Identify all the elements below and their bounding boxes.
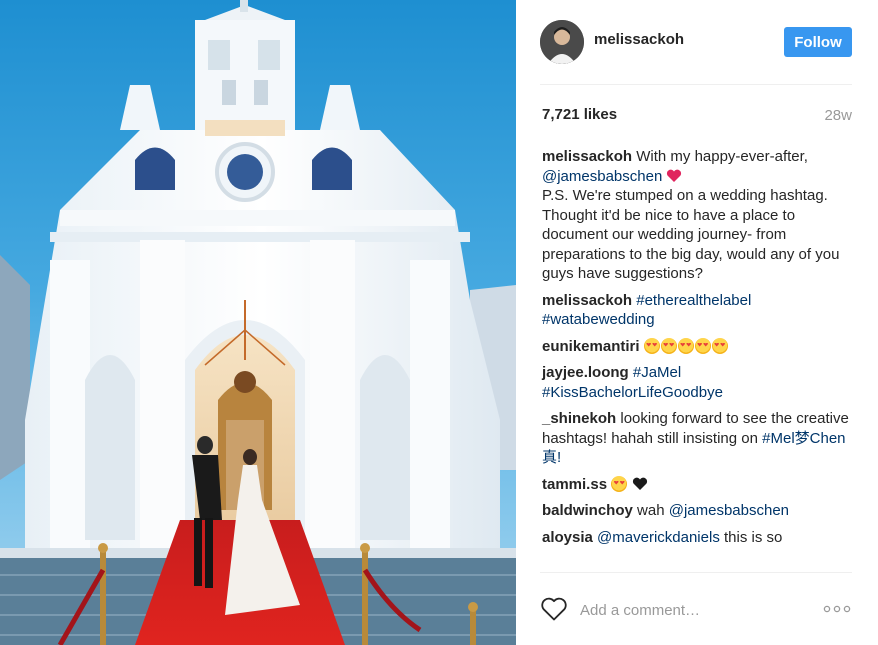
comment-mention[interactable]: @jamesbabschen <box>669 502 789 519</box>
comment-item: aloysia @maverickdaniels this is so <box>542 528 852 548</box>
black-heart-icon <box>633 477 648 490</box>
heart-eyes-emoji-icon <box>711 337 728 354</box>
comment-text: wah <box>637 502 665 519</box>
church-wedding-illustration <box>0 0 516 645</box>
comment-username[interactable]: _shinekoh <box>542 410 616 427</box>
heart-eyes-emoji-row <box>643 337 729 355</box>
comment-mention[interactable]: @maverickdaniels <box>597 529 720 546</box>
comments-list: melissackoh With my happy-ever-after, @j… <box>542 147 852 554</box>
avatar[interactable] <box>540 20 584 64</box>
comment-item: eunikemantiri <box>542 337 852 357</box>
post-age[interactable]: 28w <box>824 107 852 124</box>
comment-text: this is so <box>724 528 783 546</box>
comment-username[interactable]: melissackoh <box>542 292 632 309</box>
comment-username[interactable]: tammi.ss <box>542 476 607 493</box>
heart-eyes-emoji-icon <box>677 337 694 354</box>
comment-item: melissackoh #etherealthelabel #watabewed… <box>542 291 852 330</box>
post-detail-panel: melissackoh Follow 7,721 likes 28w melis… <box>516 0 878 645</box>
heart-eyes-emoji-icon <box>611 475 628 492</box>
caption-body: P.S. We're stumped on a wedding hashtag.… <box>542 187 844 282</box>
caption-username[interactable]: melissackoh <box>542 148 632 165</box>
post-author-username[interactable]: melissackoh <box>594 31 684 48</box>
follow-button[interactable]: Follow <box>784 27 852 57</box>
comment-username[interactable]: baldwinchoy <box>542 502 633 519</box>
red-heart-icon <box>667 169 682 182</box>
caption-text: With my happy-ever-after, <box>636 148 808 165</box>
likes-row: 7,721 likes 28w <box>542 106 852 126</box>
comment-item: jayjee.loong #JaMel #KissBachelorLifeGoo… <box>542 363 852 402</box>
footer-divider <box>540 572 852 573</box>
comment-username[interactable]: jayjee.loong <box>542 364 629 381</box>
heart-eyes-emoji-icon <box>643 337 660 354</box>
comment-username[interactable]: eunikemantiri <box>542 338 640 355</box>
comment-item: tammi.ss <box>542 475 852 495</box>
post-header: melissackoh Follow <box>516 0 878 84</box>
comment-username[interactable]: aloysia <box>542 529 593 546</box>
comment-item: baldwinchoy wah @jamesbabschen <box>542 501 852 521</box>
comment-item: _shinekoh looking forward to see the cre… <box>542 409 852 468</box>
add-comment-input[interactable] <box>578 597 802 623</box>
caption: melissackoh With my happy-ever-after, @j… <box>542 147 852 284</box>
caption-mention[interactable]: @jamesbabschen <box>542 168 662 185</box>
comment-footer <box>516 588 878 632</box>
user-avatar-image <box>540 20 584 64</box>
heart-eyes-emoji-icon <box>694 337 711 354</box>
header-divider <box>540 84 852 85</box>
more-options-icon[interactable] <box>823 604 851 614</box>
heart-outline-icon[interactable] <box>540 596 568 622</box>
likes-count[interactable]: 7,721 likes <box>542 106 617 123</box>
post-photo[interactable] <box>0 0 516 645</box>
heart-eyes-emoji-icon <box>660 337 677 354</box>
